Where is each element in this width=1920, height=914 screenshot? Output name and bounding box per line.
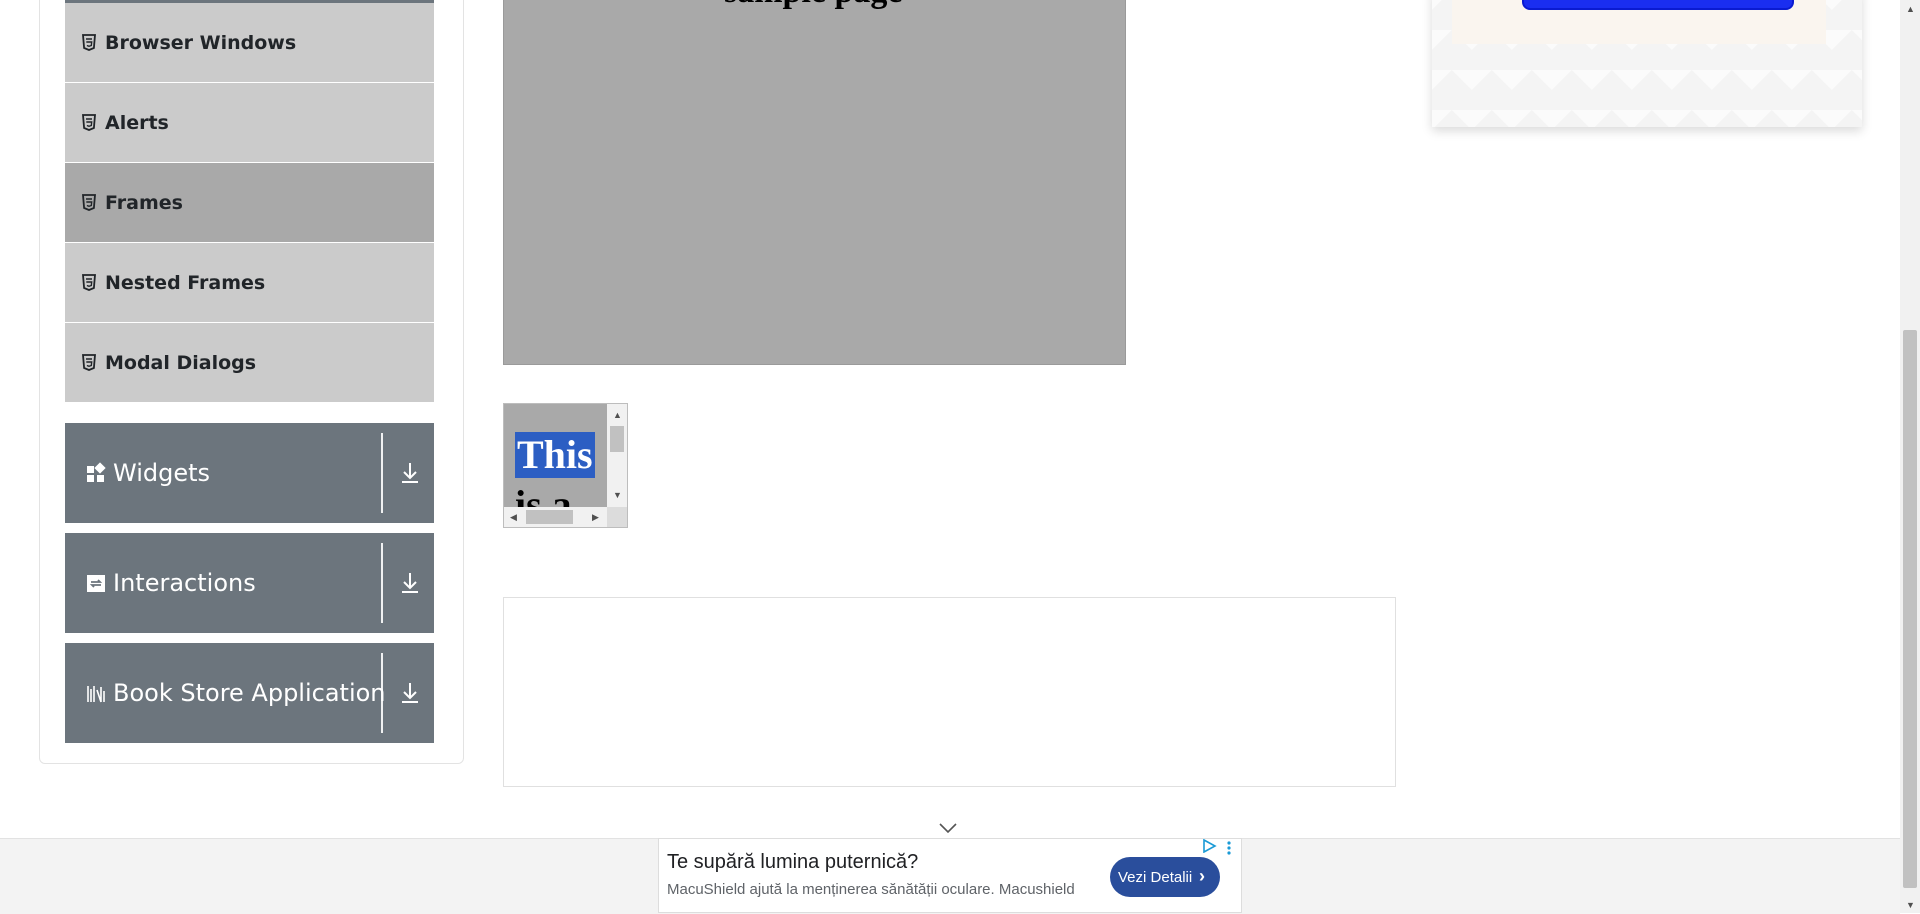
scroll-down-icon[interactable]: ▼ bbox=[613, 491, 622, 500]
more-options-icon[interactable] bbox=[1226, 840, 1232, 856]
elements-submenu: Browser Windows Alerts Frames Nested Fra… bbox=[65, 3, 434, 403]
ad-cta-label: Vezi Detalii bbox=[1118, 868, 1193, 886]
scroll-up-icon[interactable]: ▲ bbox=[1906, 4, 1915, 14]
html5-icon bbox=[82, 113, 96, 131]
scroll-right-icon[interactable]: ▶ bbox=[592, 513, 599, 522]
html5-icon bbox=[82, 193, 96, 211]
download-arrow-icon[interactable] bbox=[397, 569, 423, 597]
sidebar-item-label: Alerts bbox=[105, 111, 169, 134]
scroll-thumb[interactable] bbox=[526, 510, 573, 524]
scroll-left-icon[interactable]: ◀ bbox=[510, 513, 517, 522]
download-arrow-icon[interactable] bbox=[397, 679, 423, 707]
group-label: Widgets bbox=[113, 459, 211, 487]
group-book-store-application[interactable]: Book Store Application bbox=[65, 643, 434, 743]
divider bbox=[381, 653, 383, 733]
frame-1[interactable]: sample page bbox=[503, 0, 1126, 365]
sidebar-item-alerts[interactable]: Alerts bbox=[65, 83, 434, 162]
interactions-icon bbox=[87, 575, 105, 592]
frame-heading: sample page bbox=[724, 0, 903, 11]
chevron-down-icon[interactable] bbox=[938, 821, 958, 835]
ad-description: MacuShield ajută la menținerea sănătății… bbox=[667, 881, 1075, 898]
scroll-down-icon[interactable]: ▼ bbox=[1906, 900, 1915, 910]
page-scroll-thumb[interactable] bbox=[1903, 330, 1917, 888]
ad-title[interactable]: Te supără lumina puternică? bbox=[667, 851, 918, 874]
ad-cta-button[interactable]: Vezi Detalii › bbox=[1110, 857, 1220, 897]
group-interactions[interactable]: Interactions bbox=[65, 533, 434, 633]
group-label: Book Store Application bbox=[113, 679, 386, 707]
horizontal-scrollbar[interactable]: ◀ ▶ bbox=[504, 507, 609, 527]
group-label: Interactions bbox=[113, 569, 256, 597]
page-scrollbar[interactable]: ▲ ▼ bbox=[1900, 0, 1920, 913]
download-arrow-icon[interactable] bbox=[397, 459, 423, 487]
sidebar-item-nested-frames[interactable]: Nested Frames bbox=[65, 243, 434, 322]
sidebar-item-label: Modal Dialogs bbox=[105, 351, 257, 374]
divider bbox=[381, 543, 383, 623]
scroll-up-icon[interactable]: ▲ bbox=[613, 411, 622, 420]
html5-icon bbox=[82, 33, 96, 51]
sidebar-item-browser-windows[interactable]: Browser Windows bbox=[65, 3, 434, 82]
group-widgets[interactable]: Widgets bbox=[65, 423, 434, 523]
books-icon bbox=[87, 686, 105, 703]
sidebar-item-label: Browser Windows bbox=[105, 31, 297, 54]
chevron-right-icon: › bbox=[1199, 866, 1205, 886]
sidebar-item-label: Frames bbox=[105, 191, 183, 214]
widgets-icon bbox=[87, 462, 106, 482]
selected-text: This bbox=[515, 432, 595, 478]
frame-2[interactable]: This is a ▲ ▼ ◀ ▶ bbox=[503, 403, 628, 528]
sidebar-item-frames[interactable]: Frames bbox=[65, 163, 434, 242]
vertical-scrollbar[interactable]: ▲ ▼ bbox=[607, 404, 627, 507]
ad-button[interactable] bbox=[1522, 0, 1794, 10]
sidebar-item-modal-dialogs[interactable]: Modal Dialogs bbox=[65, 323, 434, 402]
sidebar-item-label: Nested Frames bbox=[105, 271, 266, 294]
scroll-thumb[interactable] bbox=[610, 426, 624, 452]
html5-icon bbox=[82, 353, 96, 371]
ad-inner bbox=[1452, 0, 1826, 44]
html5-icon bbox=[82, 273, 96, 291]
bottom-ad[interactable]: Te supără lumina puternică? MacuShield a… bbox=[658, 838, 1242, 913]
scroll-corner bbox=[607, 507, 627, 527]
adchoices-icon[interactable] bbox=[1201, 839, 1217, 853]
ad-placeholder bbox=[503, 597, 1396, 787]
divider bbox=[381, 433, 383, 513]
right-ad-card bbox=[1432, 0, 1862, 127]
